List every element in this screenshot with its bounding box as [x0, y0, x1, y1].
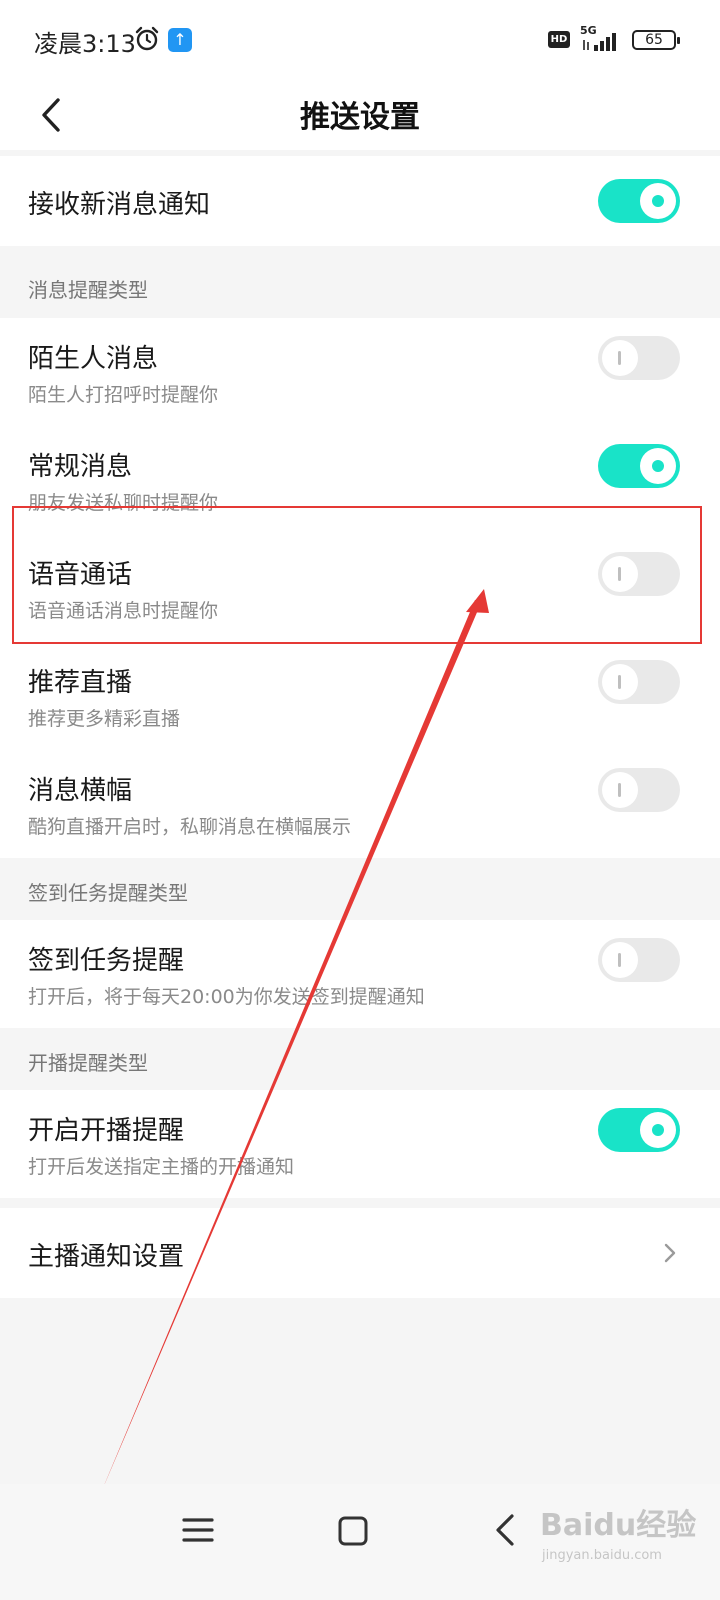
live-reminder-card: 开启开播提醒 打开后发送指定主播的开播通知: [0, 1090, 720, 1198]
toggle-knob: [640, 183, 676, 219]
battery-icon: 65: [632, 30, 680, 50]
toggle-knob: [640, 1112, 676, 1148]
battery-level: 65: [645, 32, 663, 48]
streamer-settings-row[interactable]: 主播通知设置: [0, 1208, 720, 1298]
live-reminder-title: 开启开播提醒: [28, 1116, 185, 1146]
header-bar: 推送设置: [0, 80, 720, 150]
stranger-messages-toggle[interactable]: [598, 336, 680, 380]
regular-messages-title: 常规消息: [28, 452, 133, 482]
regular-messages-subtitle: 朋友发送私聊时提醒你: [28, 492, 219, 514]
upload-notification-icon: ↑: [168, 28, 192, 52]
section-header-label: 开播提醒类型: [28, 1051, 148, 1075]
regular-messages-toggle[interactable]: [598, 444, 680, 488]
toggle-knob: [640, 448, 676, 484]
receive-notifications-toggle[interactable]: [598, 179, 680, 223]
watermark-url: jingyan.baidu.com: [542, 1548, 662, 1563]
section-header-live-types: 开播提醒类型: [0, 1028, 720, 1090]
alarm-clock-icon: [135, 26, 159, 51]
voice-call-title: 语音通话: [28, 560, 133, 590]
page-title: 推送设置: [300, 100, 420, 135]
menu-icon[interactable]: [180, 1510, 216, 1550]
live-reminder-toggle[interactable]: [598, 1108, 680, 1152]
streamer-settings-label: 主播通知设置: [28, 1242, 185, 1272]
status-bar: 凌晨3:13 ↑ HD 5G 65: [0, 0, 720, 80]
signal-strength-icon: [583, 33, 616, 51]
voice-call-subtitle: 语音通话消息时提醒你: [28, 600, 219, 622]
watermark-logo: Baidu经验: [540, 1508, 697, 1543]
checkin-reminder-title: 签到任务提醒: [28, 946, 185, 976]
section-header-label: 签到任务提醒类型: [28, 881, 188, 905]
toggle-knob: [602, 664, 638, 700]
chevron-right-icon: [664, 1243, 676, 1263]
receive-notifications-label: 接收新消息通知: [28, 190, 211, 220]
status-time: 凌晨3:13: [34, 30, 136, 58]
section-header-label: 消息提醒类型: [28, 278, 148, 302]
voice-call-toggle[interactable]: [598, 552, 680, 596]
toggle-knob: [602, 942, 638, 978]
receive-notifications-row: 接收新消息通知: [0, 156, 720, 246]
section-header-checkin-types: 签到任务提醒类型: [0, 858, 720, 920]
checkin-reminder-subtitle: 打开后，将于每天20:00为你发送签到提醒通知: [28, 986, 425, 1008]
message-types-card: 陌生人消息 陌生人打招呼时提醒你 常规消息 朋友发送私聊时提醒你 语音通话 语音…: [0, 318, 720, 858]
message-banner-subtitle: 酷狗直播开启时，私聊消息在横幅展示: [28, 816, 352, 838]
recommended-live-title: 推荐直播: [28, 668, 133, 698]
recommended-live-toggle[interactable]: [598, 660, 680, 704]
section-header-message-types: 消息提醒类型: [0, 246, 720, 318]
recommended-live-subtitle: 推荐更多精彩直播: [28, 708, 181, 730]
live-reminder-subtitle: 打开后发送指定主播的开播通知: [28, 1156, 295, 1178]
toggle-knob: [602, 772, 638, 808]
checkin-card: 签到任务提醒 打开后，将于每天20:00为你发送签到提醒通知: [0, 920, 720, 1028]
checkin-reminder-toggle[interactable]: [598, 938, 680, 982]
baidu-jingyan-watermark: Baidu经验 jingyan.baidu.com: [540, 1500, 700, 1576]
hd-badge: HD: [548, 31, 570, 48]
message-banner-toggle[interactable]: [598, 768, 680, 812]
stranger-messages-title: 陌生人消息: [28, 344, 159, 374]
toggle-knob: [602, 340, 638, 376]
stranger-messages-subtitle: 陌生人打招呼时提醒你: [28, 384, 219, 406]
message-banner-title: 消息横幅: [28, 776, 133, 806]
home-icon[interactable]: [336, 1510, 370, 1550]
back-icon[interactable]: [490, 1508, 518, 1552]
toggle-knob: [602, 556, 638, 592]
